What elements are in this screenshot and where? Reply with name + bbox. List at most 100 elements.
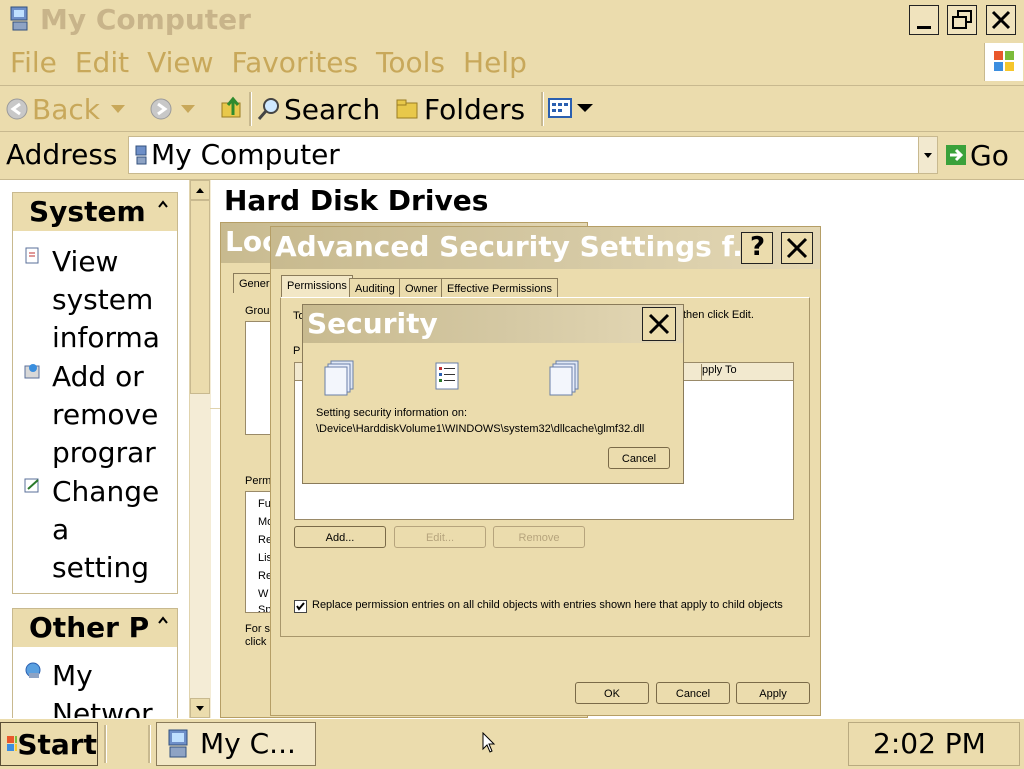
menu-file[interactable]: File [10, 46, 57, 79]
intro-text-right: then click Edit. [683, 309, 754, 321]
collapse-chevron-icon [158, 200, 168, 208]
advanced-title: Advanced Security Settings f... [275, 230, 765, 263]
close-button[interactable] [986, 5, 1016, 35]
close-button[interactable] [642, 307, 676, 341]
restore-button[interactable] [947, 5, 977, 35]
tab-owner[interactable]: Owner [399, 278, 444, 298]
security-title-bar: Security [303, 305, 683, 343]
minimize-icon [917, 26, 931, 29]
taskbar-item-label: My C... [200, 727, 296, 760]
system-tasks-title: System [29, 195, 146, 228]
forward-button[interactable] [150, 98, 196, 120]
views-button[interactable] [548, 98, 594, 118]
quick-launch-separator [148, 725, 151, 763]
security-progress-dialog: Security Setting security information on… [302, 304, 684, 484]
replace-permissions-checkbox[interactable] [294, 600, 307, 613]
chevron-down-icon [110, 105, 125, 113]
help-icon: ? [750, 232, 766, 262]
task-line: system [52, 283, 154, 316]
clock[interactable]: 2:02 PM [873, 724, 986, 764]
column-header-apply-to[interactable]: pply To [701, 364, 794, 380]
edit-button[interactable]: Edit... [394, 526, 486, 548]
tab-auditing[interactable]: Auditing [349, 278, 401, 298]
toolbar: Back Search Folders [0, 86, 1024, 132]
remove-button[interactable]: Remove [493, 526, 585, 548]
restore-icon [952, 10, 972, 29]
menu-items: File Edit View Favorites Tools Help [10, 40, 527, 85]
apply-button[interactable]: Apply [736, 682, 810, 704]
other-places-header[interactable]: Other P [13, 609, 177, 647]
cancel-button[interactable]: Cancel [656, 682, 730, 704]
task-line: a [52, 513, 70, 546]
search-button[interactable]: Search [256, 92, 380, 126]
permissions-label: Perm [245, 475, 272, 487]
go-label: Go [970, 138, 1009, 172]
close-button[interactable] [781, 232, 813, 264]
windows-logo-icon [984, 43, 1023, 81]
title-bar: My Computer [0, 0, 1024, 40]
folders-icon [396, 99, 418, 119]
tab-permissions[interactable]: Permissions [281, 275, 353, 298]
address-input[interactable]: My Computer [128, 136, 938, 174]
progress-message: Setting security information on: [316, 407, 468, 419]
ok-button[interactable]: OK [575, 682, 649, 704]
menu-favorites[interactable]: Favorites [232, 46, 358, 79]
task-pane-scrollbar[interactable] [189, 180, 211, 720]
menu-edit[interactable]: Edit [75, 46, 129, 79]
minimize-button[interactable] [909, 5, 939, 35]
folders-label: Folders [424, 92, 526, 126]
taskbar: Start My C... 2:02 PM [0, 718, 1024, 769]
security-title: Security [307, 307, 438, 340]
entries-label: P [293, 345, 301, 357]
back-button[interactable]: Back [6, 92, 126, 126]
replace-permissions-label[interactable]: Replace permission entries on all child … [312, 599, 783, 611]
other-places-panel: Other P My Networ [12, 608, 178, 720]
scroll-thumb[interactable] [190, 200, 210, 394]
task-line: My [52, 659, 93, 692]
scroll-down-icon [196, 706, 204, 711]
window-title: My Computer [40, 3, 251, 36]
task-line: View [52, 245, 119, 278]
toolbar-separator [541, 92, 544, 126]
scroll-down-button[interactable] [190, 698, 210, 718]
up-folder-button[interactable] [221, 95, 243, 125]
views-icon [548, 98, 572, 118]
up-folder-icon [221, 96, 241, 118]
task-line: Change [52, 475, 160, 508]
address-dropdown-button[interactable] [918, 137, 937, 173]
chevron-down-icon [924, 153, 932, 158]
folders-button[interactable]: Folders [396, 92, 525, 126]
add-remove-programs-icon [24, 364, 40, 379]
collapse-chevron-icon [158, 616, 168, 624]
network-places-icon [25, 662, 41, 678]
hard-disk-drives-heading: Hard Disk Drives [224, 184, 489, 217]
menu-help[interactable]: Help [463, 46, 527, 79]
windows-logo-icon [7, 736, 18, 751]
go-arrow-icon [946, 145, 966, 165]
taskbar-my-computer[interactable]: My C... [156, 722, 316, 766]
perm-item: W [258, 588, 269, 600]
perm-item: Fu [258, 498, 271, 510]
go-button[interactable]: Go [946, 136, 1009, 174]
scroll-up-button[interactable] [190, 180, 210, 200]
search-label: Search [284, 92, 381, 126]
cancel-button[interactable]: Cancel [608, 447, 670, 469]
task-line: informa [52, 321, 160, 354]
menu-tools[interactable]: Tools [376, 46, 445, 79]
address-label: Address [6, 138, 118, 171]
start-button[interactable]: Start [0, 722, 98, 766]
close-icon [786, 237, 808, 259]
back-label: Back [32, 92, 100, 126]
add-button[interactable]: Add... [294, 526, 386, 548]
menu-view[interactable]: View [147, 46, 213, 79]
system-tray: 2:02 PM [848, 722, 1020, 766]
tab-effective-permissions[interactable]: Effective Permissions [441, 278, 558, 298]
my-computer-icon [135, 145, 147, 165]
help-button[interactable]: ? [741, 232, 773, 264]
forward-arrow-icon [150, 98, 172, 120]
my-computer-icon [8, 5, 32, 33]
mouse-cursor-icon [482, 731, 496, 758]
quick-launch-separator [104, 725, 107, 763]
advanced-title-bar: Advanced Security Settings f... ? [271, 227, 820, 269]
system-tasks-header[interactable]: System [13, 193, 177, 231]
